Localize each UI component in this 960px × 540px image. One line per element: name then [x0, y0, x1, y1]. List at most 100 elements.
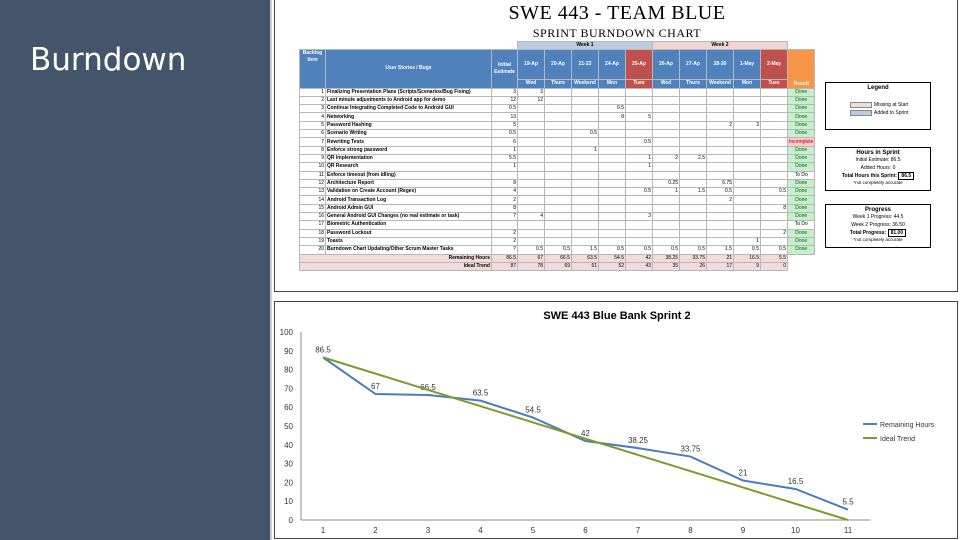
- date-header: 26-Ap: [652, 49, 680, 81]
- row-day-value: [571, 137, 599, 147]
- row-day-value: [544, 170, 572, 180]
- series-line-ideal-trend: [322, 356, 849, 521]
- row-day-value: [625, 145, 653, 155]
- row-day-value: [760, 95, 788, 106]
- row-day-value: [544, 87, 572, 97]
- row-day-value: [571, 104, 599, 114]
- date-header: 1-May: [733, 49, 761, 81]
- data-label: 42: [581, 429, 590, 438]
- row-day-value: [706, 129, 734, 139]
- week2-progress-value: 36.50: [892, 222, 905, 228]
- table-row: 18 Password Lockout 2 2 Done: [299, 228, 816, 238]
- row-result: Done: [786, 228, 816, 238]
- row-day-value: [652, 195, 680, 205]
- row-day-value: [706, 95, 734, 106]
- row-day-value: [760, 112, 788, 122]
- day-header: Wed: [517, 79, 545, 89]
- remaining-row-value: 63.5: [571, 253, 599, 263]
- row-story: Biometric Authentication: [325, 220, 492, 230]
- row-day-value: 3: [517, 87, 545, 97]
- row-day-value: [517, 195, 545, 205]
- row-day-value: 1.5: [706, 245, 734, 255]
- week1-progress-value: 44.5: [893, 214, 904, 220]
- row-story: General Android GUI Changes (no real est…: [325, 212, 492, 222]
- row-day-value: 0.5: [625, 137, 653, 147]
- row-result: To Do: [786, 170, 816, 180]
- ideal-row-value: 43: [625, 261, 653, 272]
- row-day-value: [598, 236, 626, 247]
- row-day-value: [517, 120, 545, 131]
- row-day-value: [706, 104, 734, 114]
- x-tick-label: 1: [321, 526, 326, 535]
- row-day-value: 1: [733, 236, 761, 247]
- date-header: 25-Ap: [625, 49, 653, 81]
- row-day-value: [760, 162, 788, 172]
- table-row: 8 Enforce strong password 1 1 Done: [299, 145, 816, 155]
- row-story: Continue Integrating Completed Code to A…: [325, 104, 492, 114]
- sprint-table: Week 1 Week 2 Backlog Item User Stories …: [299, 40, 816, 272]
- day-header: Mon: [598, 79, 626, 89]
- row-id: 18: [299, 228, 326, 238]
- panel-divider: [270, 0, 272, 540]
- row-result: Done: [786, 245, 816, 255]
- row-id: 20: [299, 245, 326, 255]
- row-day-value: 1: [571, 145, 599, 155]
- row-estimate: 8: [491, 203, 518, 214]
- date-header: 27-Ap: [679, 49, 707, 81]
- row-story: Rewriting Tests: [325, 137, 492, 147]
- row-day-value: [679, 203, 707, 214]
- row-result: Done: [786, 112, 816, 122]
- row-day-value: 0.5: [760, 187, 788, 197]
- row-story: QR Research: [325, 162, 492, 172]
- row-day-value: [598, 95, 626, 106]
- remaining-row-value: 86.5: [491, 253, 518, 263]
- row-result: Done: [786, 178, 816, 189]
- row-day-value: [571, 112, 599, 122]
- row-day-value: [733, 129, 761, 139]
- x-tick-label: 4: [478, 526, 483, 535]
- row-day-value: [598, 220, 626, 230]
- x-tick-label: 3: [426, 526, 431, 535]
- y-tick-label: 30: [284, 460, 293, 469]
- row-day-value: [598, 120, 626, 131]
- row-story: QR Implementation: [325, 153, 492, 164]
- ideal-row-label: Ideal Trend: [299, 261, 492, 272]
- row-day-value: [598, 203, 626, 214]
- y-tick-label: 70: [284, 384, 293, 393]
- row-result: Incomplete: [786, 137, 816, 147]
- row-day-value: [571, 203, 599, 214]
- table-row: 15 Android Admin GUI 8 8 Done: [299, 203, 816, 214]
- row-result: Done: [786, 187, 816, 197]
- row-day-value: [598, 187, 626, 197]
- row-day-value: [652, 120, 680, 131]
- table-row: 5 Password Hashing 5 2 3 Done: [299, 120, 816, 131]
- table-row: 6 Scenario Writing 0.5 0.5 Done: [299, 129, 816, 139]
- row-day-value: [679, 170, 707, 180]
- sheet-subtitle: SPRINT BURNDOWN CHART: [532, 26, 702, 40]
- data-label: 63.5: [473, 389, 489, 398]
- row-day-value: [706, 236, 734, 247]
- data-label: 67: [371, 382, 380, 391]
- row-day-value: [706, 220, 734, 230]
- row-day-value: [598, 137, 626, 147]
- row-day-value: [598, 195, 626, 205]
- row-day-value: [544, 228, 572, 238]
- row-day-value: 2: [760, 228, 788, 238]
- row-day-value: [571, 195, 599, 205]
- row-story: Enforce timeout (from idling): [325, 170, 492, 180]
- legend-added-label: Added to Sprint: [874, 110, 909, 116]
- row-day-value: [517, 236, 545, 247]
- initial-estimate-header: Initial Estimate: [491, 49, 518, 89]
- burndown-spreadsheet: SWE 443 - TEAM BLUE SPRINT BURNDOWN CHAR…: [274, 0, 958, 292]
- row-estimate: 1: [491, 145, 518, 155]
- row-id: 17: [299, 220, 326, 230]
- row-day-value: [571, 87, 599, 97]
- date-header: 19-Ap: [517, 49, 545, 81]
- row-day-value: [733, 153, 761, 164]
- row-day-value: [517, 203, 545, 214]
- row-day-value: [625, 220, 653, 230]
- ideal-row-value: 87: [491, 261, 518, 272]
- table-row: 9 QR Implementation 5.5 1 2 2.5 Done: [299, 153, 816, 164]
- row-day-value: [544, 104, 572, 114]
- row-day-value: [652, 236, 680, 247]
